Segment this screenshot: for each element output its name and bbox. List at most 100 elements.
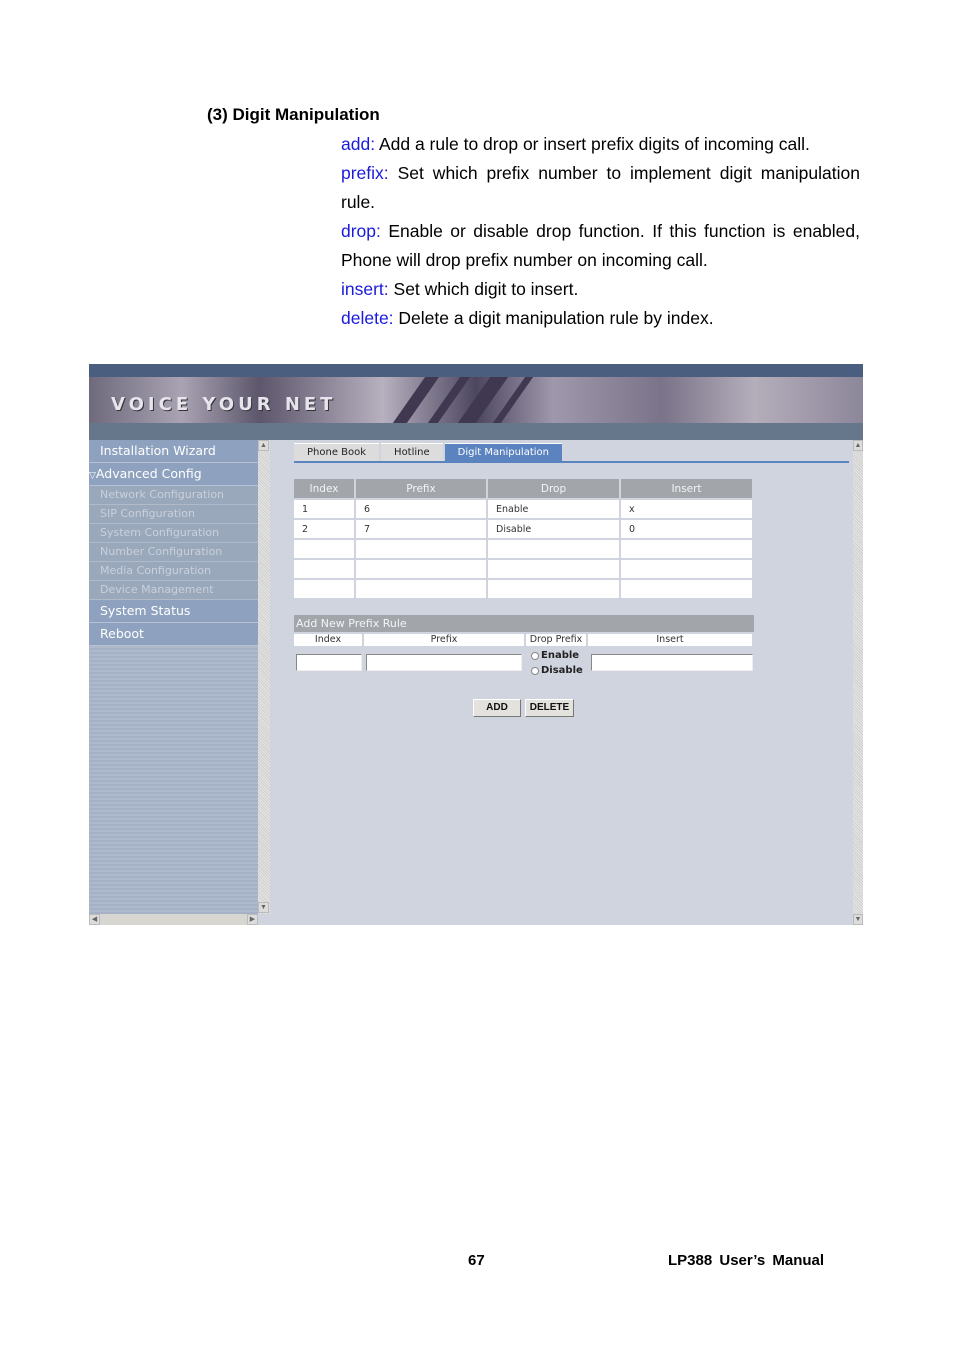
desc-prefix-text: Set which prefix number to implement dig… <box>341 163 860 212</box>
add-rule-title: Add New Prefix Rule <box>294 615 754 632</box>
scroll-down-icon[interactable]: ▼ <box>258 902 269 913</box>
tab-digit-manipulation[interactable]: Digit Manipulation <box>444 443 562 462</box>
label-insert: Insert <box>588 634 752 646</box>
desc-insert-text: Set which digit to insert. <box>388 279 579 299</box>
cell-index <box>294 560 354 578</box>
label-index: Index <box>294 634 362 646</box>
col-index: Index <box>294 479 354 498</box>
radio-circle-icon <box>531 666 539 675</box>
prefix-input[interactable] <box>366 654 522 671</box>
cell-insert: 0 <box>621 520 752 538</box>
term-drop: drop: <box>341 221 381 241</box>
cell-drop <box>488 540 619 558</box>
sidebar-item-network-configuration[interactable]: Network Configuration <box>89 486 258 505</box>
cell-drop <box>488 560 619 578</box>
sidebar-item-reboot[interactable]: Reboot <box>89 623 258 646</box>
add-rule-columns: Index Prefix Drop Prefix Insert <box>294 634 754 646</box>
scroll-left-icon[interactable]: ◀ <box>89 914 100 925</box>
table-row: 1 6 Enable x <box>294 500 752 518</box>
col-prefix: Prefix <box>356 479 486 498</box>
banner: VOICE YOUR NET <box>89 377 863 423</box>
term-prefix: prefix: <box>341 163 389 183</box>
scroll-down-icon[interactable]: ▼ <box>853 914 863 925</box>
scroll-up-icon[interactable]: ▲ <box>853 440 863 451</box>
scroll-right-icon[interactable]: ▶ <box>247 914 258 925</box>
cell-index: 1 <box>294 500 354 518</box>
cell-insert <box>621 540 752 558</box>
top-bar <box>89 364 863 377</box>
sidebar-vertical-scrollbar[interactable]: ▲ ▼ <box>258 440 270 914</box>
table-header-row: Index Prefix Drop Insert <box>294 479 752 498</box>
table-row <box>294 580 752 598</box>
cell-index <box>294 540 354 558</box>
add-rule-form: Add New Prefix Rule Index Prefix Drop Pr… <box>294 615 754 678</box>
section-title: (3) Digit Manipulation <box>207 105 380 124</box>
sidebar-item-advanced-config[interactable]: ▽Advanced Config <box>89 463 258 486</box>
cell-index: 2 <box>294 520 354 538</box>
desc-insert: insert: Set which digit to insert. <box>341 275 860 304</box>
insert-input[interactable] <box>591 654 753 671</box>
index-input[interactable] <box>296 654 362 671</box>
cell-drop: Enable <box>488 500 619 518</box>
sidebar-item-label: Advanced Config <box>95 466 202 481</box>
tab-phone-book[interactable]: Phone Book <box>294 443 380 462</box>
sidebar: Installation Wizard ▽Advanced Config Net… <box>89 440 258 914</box>
sidebar-item-installation-wizard[interactable]: Installation Wizard <box>89 440 258 463</box>
scroll-up-icon[interactable]: ▲ <box>258 440 269 451</box>
desc-drop: drop: Enable or disable drop function. I… <box>341 217 860 275</box>
content-vertical-scrollbar[interactable]: ▲ ▼ <box>853 440 863 925</box>
label-prefix: Prefix <box>364 634 524 646</box>
cell-index <box>294 580 354 598</box>
radio-label: Enable <box>541 650 580 661</box>
tab-bar: Phone Book Hotline Digit Manipulation <box>294 443 564 462</box>
sidebar-item-system-configuration[interactable]: System Configuration <box>89 524 258 543</box>
tab-hotline[interactable]: Hotline <box>381 443 443 462</box>
radio-circle-icon <box>531 651 539 660</box>
term-delete: delete: <box>341 308 394 328</box>
manual-title: LP388 User’s Manual <box>668 1252 825 1269</box>
sidebar-item-media-configuration[interactable]: Media Configuration <box>89 562 258 581</box>
sidebar-item-sip-configuration[interactable]: SIP Configuration <box>89 505 258 524</box>
triangle-down-icon: ▽ <box>89 471 96 481</box>
sidebar-item-device-management[interactable]: Device Management <box>89 581 258 600</box>
label-drop-prefix: Drop Prefix <box>526 634 586 646</box>
logo: VOICE YOUR NET <box>111 394 337 415</box>
cell-insert <box>621 580 752 598</box>
cell-prefix: 7 <box>356 520 486 538</box>
sidebar-item-system-status[interactable]: System Status <box>89 600 258 623</box>
web-ui-screenshot: VOICE YOUR NET Installation Wizard ▽Adva… <box>89 364 863 925</box>
cell-drop: Disable <box>488 520 619 538</box>
desc-add: add: Add a rule to drop or insert prefix… <box>341 130 860 159</box>
rules-table: Index Prefix Drop Insert 1 6 Enable x 2 7 Dis… <box>292 477 754 600</box>
sidebar-item-number-configuration[interactable]: Number Configuration <box>89 543 258 562</box>
sidebar-horizontal-scrollbar[interactable]: ◀ ▶ <box>89 914 258 925</box>
cell-prefix <box>356 580 486 598</box>
page-number: 67 <box>468 1252 485 1269</box>
desc-prefix: prefix: Set which prefix number to imple… <box>341 159 860 217</box>
add-rule-inputs: Enable Disable <box>294 648 754 678</box>
delete-button[interactable]: DELETE <box>525 699 574 717</box>
tab-underline <box>294 461 849 463</box>
col-drop: Drop <box>488 479 619 498</box>
desc-delete: delete: Delete a digit manipulation rule… <box>341 304 860 333</box>
desc-add-text: Add a rule to drop or insert prefix digi… <box>375 134 810 154</box>
cell-prefix <box>356 560 486 578</box>
add-button[interactable]: ADD <box>473 699 521 717</box>
radio-label: Disable <box>541 665 583 676</box>
cell-drop <box>488 580 619 598</box>
table-row <box>294 560 752 578</box>
sub-bar <box>89 423 863 440</box>
drop-enable-radio[interactable]: Enable <box>531 650 579 661</box>
table-row <box>294 540 752 558</box>
col-insert: Insert <box>621 479 752 498</box>
cell-prefix <box>356 540 486 558</box>
term-add: add: <box>341 134 376 154</box>
cell-insert <box>621 560 752 578</box>
table-row: 2 7 Disable 0 <box>294 520 752 538</box>
drop-disable-radio[interactable]: Disable <box>531 665 583 676</box>
desc-drop-text: Enable or disable drop function. If this… <box>341 221 860 270</box>
desc-delete-text: Delete a digit manipulation rule by inde… <box>393 308 714 328</box>
cell-insert: x <box>621 500 752 518</box>
term-insert: insert: <box>341 279 389 299</box>
cell-prefix: 6 <box>356 500 486 518</box>
